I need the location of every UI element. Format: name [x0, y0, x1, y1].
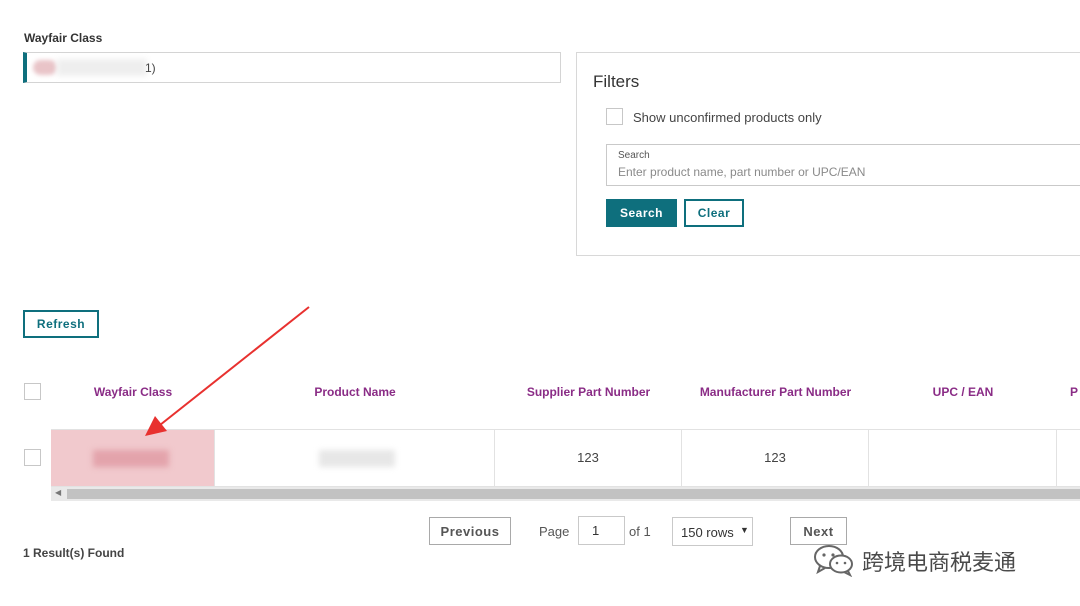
search-input[interactable] [618, 165, 1080, 179]
redacted-class-tag [33, 60, 57, 75]
wechat-icon [814, 545, 853, 577]
caret-down-icon: ▼ [740, 525, 749, 535]
search-field[interactable]: Search [606, 144, 1080, 186]
table-row[interactable]: 123 123 [51, 429, 1080, 487]
watermark-text: 跨境电商税麦通 [862, 551, 1017, 576]
previous-page-button[interactable]: Previous [429, 517, 511, 545]
row-checkbox[interactable] [24, 449, 41, 466]
cell-manufacturer-part-number[interactable]: 123 [682, 430, 869, 486]
unconfirmed-only-checkbox[interactable] [606, 108, 623, 125]
filters-panel: Filters Show unconfirmed products only S… [576, 52, 1080, 256]
results-count: 1 Result(s) Found [23, 546, 125, 560]
horizontal-scrollbar[interactable]: ◀ [51, 487, 1080, 501]
column-header-upc-ean[interactable]: UPC / EAN [869, 385, 1057, 399]
cell-truncated[interactable] [1057, 430, 1080, 486]
column-header-manufacturer-part-number[interactable]: Manufacturer Part Number [682, 385, 869, 399]
select-all-checkbox[interactable] [24, 383, 41, 400]
cell-product-name[interactable] [215, 430, 495, 486]
wayfair-class-select[interactable]: 1) [23, 52, 561, 83]
filters-title: Filters [593, 72, 640, 91]
page-label: Page [539, 524, 570, 539]
scrollbar-thumb[interactable] [67, 489, 1080, 499]
cell-supplier-part-number[interactable]: 123 [495, 430, 682, 486]
wayfair-class-label: Wayfair Class [24, 31, 103, 45]
clear-button[interactable]: Clear [684, 199, 744, 227]
page-count-label: of 1 [629, 524, 651, 539]
column-header-supplier-part-number[interactable]: Supplier Part Number [495, 385, 682, 399]
column-header-product-name[interactable]: Product Name [215, 385, 495, 399]
wayfair-class-count: 1) [145, 61, 156, 75]
cell-upc-ean[interactable] [869, 430, 1057, 486]
cell-wayfair-class[interactable] [51, 430, 215, 486]
page-number-input[interactable] [578, 516, 625, 545]
search-button[interactable]: Search [606, 199, 677, 227]
rows-per-page-select[interactable]: 150 rows ▼ [672, 517, 753, 546]
rows-per-page-value: 150 rows [681, 525, 734, 540]
unconfirmed-only-label[interactable]: Show unconfirmed products only [633, 110, 822, 125]
column-header-wayfair-class[interactable]: Wayfair Class [51, 385, 215, 399]
search-field-label: Search [618, 150, 650, 161]
refresh-button[interactable]: Refresh [23, 310, 99, 338]
redacted-class-value [93, 450, 169, 467]
redacted-class-name [57, 59, 147, 76]
scroll-left-icon[interactable]: ◀ [55, 488, 61, 497]
column-header-truncated[interactable]: P [1070, 385, 1080, 399]
redacted-product-name [319, 450, 395, 467]
next-page-button[interactable]: Next [790, 517, 847, 545]
